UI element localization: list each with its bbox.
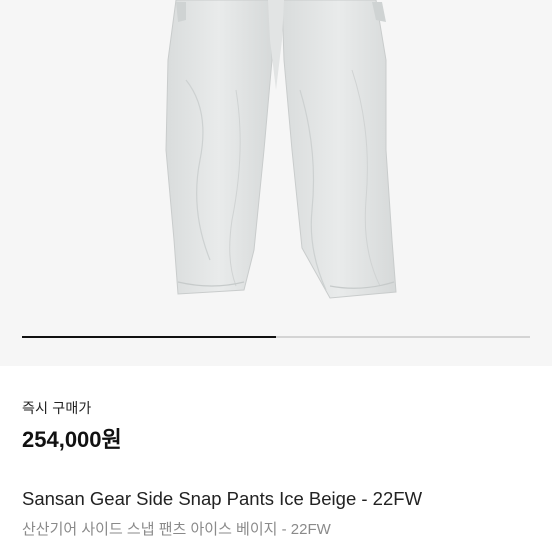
product-image[interactable]: [0, 0, 552, 366]
image-indicator-active: [22, 336, 276, 338]
image-indicator: [22, 336, 530, 338]
product-name-korean: 산산기어 사이드 스냅 팬츠 아이스 베이지 - 22FW: [22, 521, 331, 538]
product-name-english[interactable]: Sansan Gear Side Snap Pants Ice Beige - …: [22, 488, 422, 510]
instant-buy-label: 즉시 구매가: [22, 400, 92, 416]
pants-illustration: [165, 0, 397, 299]
price: 254,000원: [22, 427, 122, 452]
